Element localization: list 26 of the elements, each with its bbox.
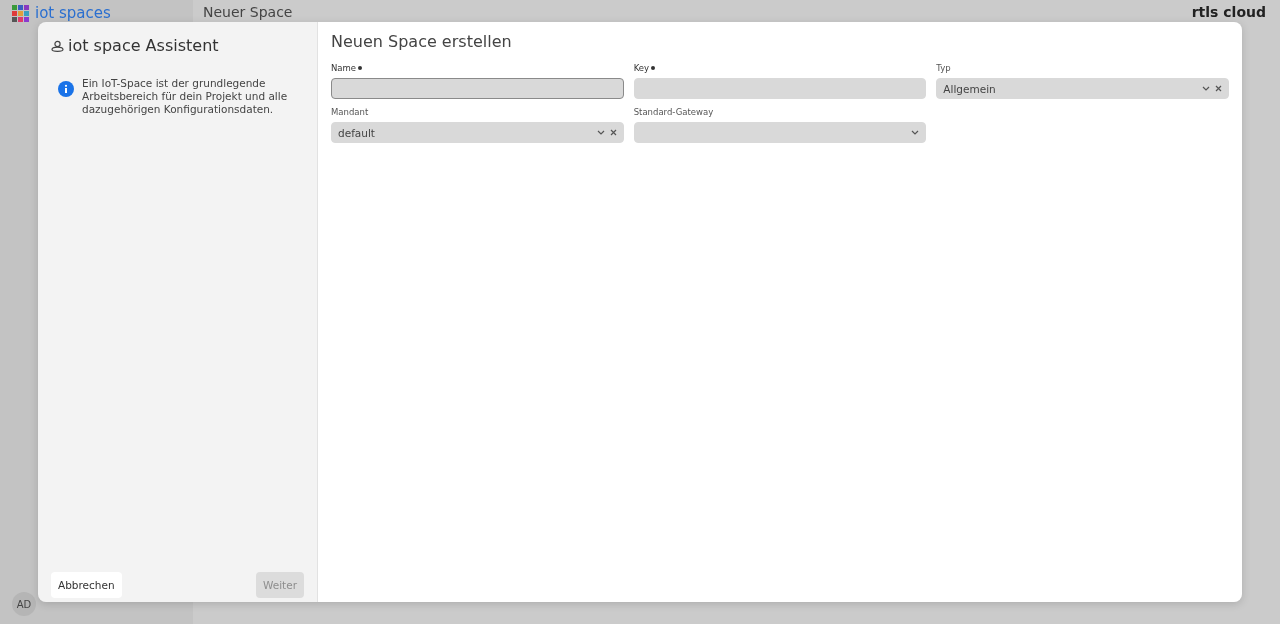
- wizard-title: iot space Assistent: [68, 36, 219, 55]
- clear-icon[interactable]: [1215, 85, 1222, 92]
- info-text: Ein IoT-Space ist der grundlegende Arbeitsbereich für dein Projekt und alle dazugehörigen Konfigurationsdaten.: [82, 77, 289, 117]
- info-icon: [58, 81, 74, 97]
- form-title: Neuen Space erstellen: [331, 32, 513, 51]
- brand-logo: rtls cloud: [1191, 4, 1266, 20]
- page-title: Neuer Space: [203, 4, 293, 20]
- chevron-down-icon: [1202, 86, 1210, 91]
- text-field[interactable]: [331, 78, 624, 99]
- field-label: Mandant: [331, 107, 369, 117]
- app-title: iot spaces: [35, 4, 111, 22]
- field-label: Typ: [936, 63, 951, 73]
- chevron-down-icon: [911, 130, 920, 135]
- select-field[interactable]: Allgemein: [936, 78, 1229, 99]
- select-value: Allgemein: [943, 82, 996, 95]
- clear-icon[interactable]: [609, 129, 617, 136]
- select-field[interactable]: default: [331, 122, 624, 143]
- user-avatar[interactable]: AD: [12, 592, 36, 616]
- chevron-down-icon: [596, 130, 605, 135]
- field-label: Key: [633, 63, 650, 73]
- field-label: Standard-Gateway: [633, 107, 714, 117]
- grid-logo-icon: [12, 4, 29, 22]
- select-value: default: [338, 126, 375, 139]
- select-field[interactable]: [633, 122, 927, 143]
- cancel-button[interactable]: Abbrechen: [51, 572, 122, 598]
- field-label: Name: [331, 63, 357, 73]
